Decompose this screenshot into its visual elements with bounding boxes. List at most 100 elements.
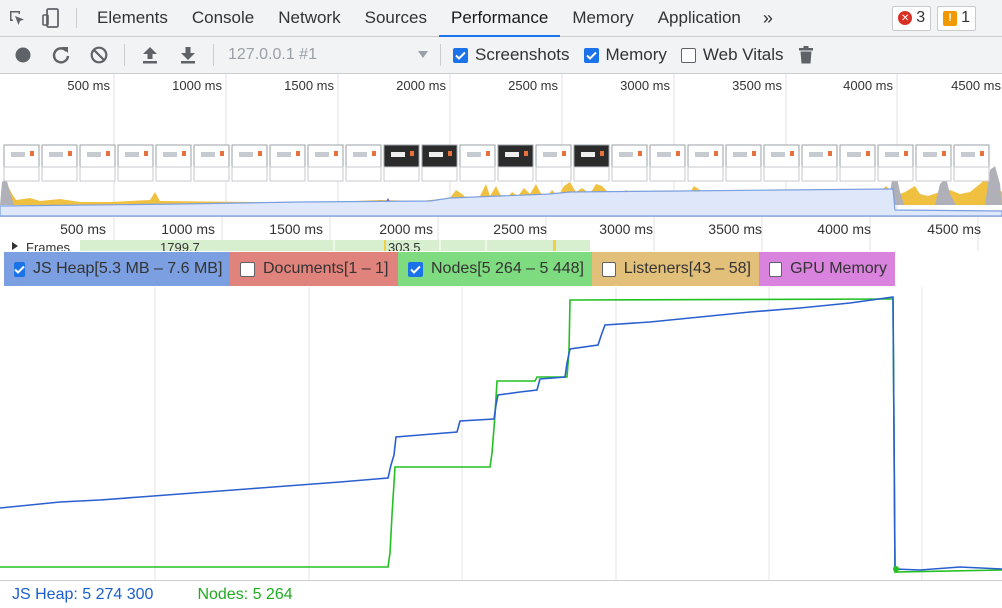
checkbox-checked-icon [583, 47, 599, 63]
error-count-badge[interactable]: ✕ 3 [892, 5, 932, 31]
screenshot-thumbnail [459, 144, 496, 182]
screenshot-thumbnail [345, 144, 382, 182]
overview-tick-label: 2000 ms [396, 78, 446, 93]
timeline-tick-label: 2500 ms [493, 221, 547, 237]
more-tabs-button[interactable]: » [753, 0, 783, 36]
frames-label: Frames [26, 240, 71, 251]
device-toolbar-icon[interactable] [34, 0, 68, 36]
overview-tick-label: 4000 ms [843, 78, 893, 93]
collect-garbage-button[interactable] [794, 37, 818, 74]
screenshot-thumbnail [3, 144, 40, 182]
tab-bar-separator [76, 8, 77, 28]
screenshot-thumbnail [41, 144, 78, 182]
error-count: 3 [916, 9, 926, 26]
frames-track[interactable]: Frames 1799.7 303.5 [12, 240, 590, 255]
record-icon [15, 47, 31, 63]
trash-icon [798, 46, 813, 64]
screenshot-thumbnail [421, 144, 458, 182]
save-profile-button[interactable] [169, 37, 207, 74]
timeline-tick-label: 2000 ms [379, 221, 433, 237]
frame-duration: 1799.7 [160, 240, 200, 251]
expand-arrow-icon [12, 242, 18, 250]
checkbox-checked-icon [14, 261, 25, 277]
memory-checkbox[interactable]: Memory [583, 45, 667, 65]
checkbox-checked-icon [453, 47, 468, 63]
timeline-tick-label: 3500 ms [708, 221, 762, 237]
overview-tick-label: 3000 ms [620, 78, 670, 93]
screenshots-checkbox[interactable]: Screenshots [453, 45, 570, 65]
tab-network[interactable]: Network [266, 0, 352, 36]
timeline-tick-label: 500 ms [60, 221, 106, 237]
screenshot-thumbnail [611, 144, 648, 182]
screenshot-thumbnail [117, 144, 154, 182]
checkbox-unchecked-icon [602, 261, 616, 277]
warning-count-badge[interactable]: ! 1 [937, 5, 976, 31]
screenshot-thumbnail [877, 144, 914, 182]
clear-button[interactable] [80, 37, 118, 74]
tab-memory[interactable]: Memory [560, 0, 645, 36]
screenshot-thumbnail [801, 144, 838, 182]
upload-icon [143, 47, 157, 64]
js-heap-counter-line [0, 296, 1002, 571]
screenshot-thumbnail [155, 144, 192, 182]
tab-performance[interactable]: Performance [438, 0, 561, 37]
timeline-ruler[interactable]: 500 ms 1000 ms 1500 ms 2000 ms 2500 ms 3… [0, 217, 1002, 255]
current-value-marker [893, 566, 899, 572]
checkbox-unchecked-icon [680, 47, 696, 63]
documents-counter-toggle[interactable]: Documents[1 – 1] [230, 252, 398, 286]
timeline-tick-label: 3000 ms [599, 221, 653, 237]
dropdown-arrow-icon [418, 51, 428, 58]
profile-select-value: 127.0.0.1 #1 [228, 46, 317, 63]
tab-elements[interactable]: Elements [85, 0, 180, 36]
clear-icon [90, 46, 108, 64]
screenshot-thumbnail [269, 144, 306, 182]
gpu-memory-counter-toggle[interactable]: GPU Memory [759, 252, 895, 286]
screenshot-thumbnail [79, 144, 116, 182]
warning-icon: ! [943, 10, 958, 26]
overview-tick-label: 2500 ms [508, 78, 558, 93]
tab-sources[interactable]: Sources [353, 0, 439, 36]
overview-tick-label: 4500 ms [951, 78, 1001, 93]
warning-count: 1 [961, 9, 970, 26]
profile-select[interactable]: 127.0.0.1 #1 [220, 42, 434, 68]
screenshot-thumbnail [763, 144, 800, 182]
listeners-counter-toggle[interactable]: Listeners[43 – 58] [592, 252, 759, 286]
screenshot-thumbnail [193, 144, 230, 182]
screenshot-thumbnail [687, 144, 724, 182]
graph-grid [154, 287, 923, 580]
nodes-value: Nodes: 5 264 [197, 585, 293, 603]
checkbox-checked-icon [408, 261, 423, 277]
overview-tick-label: 1000 ms [172, 78, 222, 93]
screenshot-thumbnail [725, 144, 762, 182]
screenshot-thumbnail [497, 144, 534, 182]
timeline-tick-label: 1000 ms [161, 221, 215, 237]
timeline-overview[interactable]: 500 ms 1000 ms 1500 ms 2000 ms 2500 ms 3… [0, 74, 1002, 217]
web-vitals-checkbox[interactable]: Web Vitals [680, 45, 784, 65]
error-icon: ✕ [898, 11, 913, 25]
performance-toolbar: 127.0.0.1 #1 Screenshots Memory Web Vita… [0, 37, 1002, 74]
record-button[interactable] [4, 37, 42, 74]
nodes-counter-toggle[interactable]: Nodes[5 264 – 5 448] [398, 252, 592, 286]
reload-record-button[interactable] [42, 37, 80, 74]
screenshots-filmstrip [3, 144, 990, 182]
tab-application[interactable]: Application [646, 0, 753, 36]
screenshot-thumbnail [953, 144, 990, 182]
overview-tick-label: 1500 ms [284, 78, 334, 93]
memory-counter-graph[interactable] [0, 287, 1002, 580]
counter-status-bar: JS Heap: 5 274 300 Nodes: 5 264 [0, 580, 1002, 608]
load-profile-button[interactable] [131, 37, 169, 74]
overview-tick-label: 500 ms [67, 78, 110, 93]
nodes-counter-line [0, 298, 1002, 573]
screenshot-thumbnail [383, 144, 420, 182]
screenshot-thumbnail [649, 144, 686, 182]
checkbox-unchecked-icon [769, 261, 783, 277]
tab-console[interactable]: Console [180, 0, 266, 36]
devtools-tab-bar: Elements Console Network Sources Perform… [0, 0, 1002, 37]
timeline-tick-label: 4500 ms [927, 221, 981, 237]
screenshot-thumbnail [839, 144, 876, 182]
js-heap-value: JS Heap: 5 274 300 [12, 585, 154, 603]
js-heap-counter-toggle[interactable]: JS Heap[5.3 MB – 7.6 MB] [4, 252, 230, 286]
screenshot-thumbnail [307, 144, 344, 182]
inspect-element-icon[interactable] [0, 0, 34, 36]
reload-icon [52, 47, 70, 64]
